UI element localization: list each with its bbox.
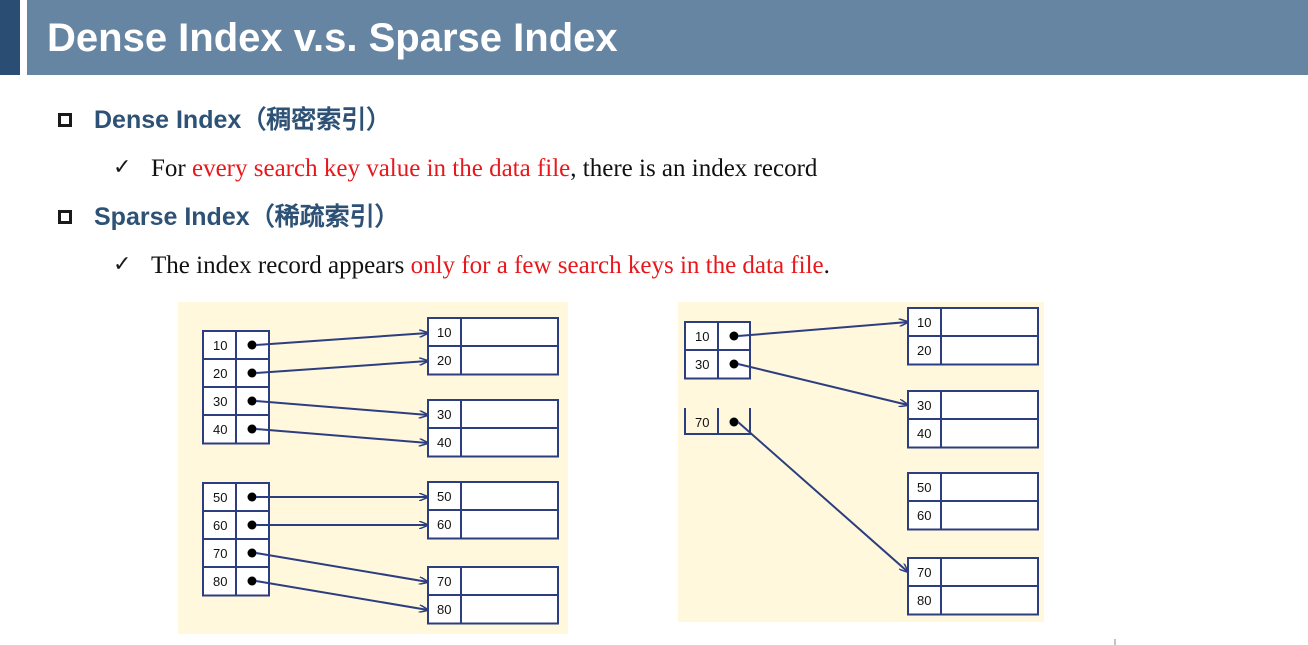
data-key-label: 60 — [437, 517, 451, 532]
data-key-label: 60 — [917, 508, 931, 523]
data-key-label: 80 — [917, 593, 931, 608]
data-key-label: 20 — [437, 353, 451, 368]
index-key-label: 50 — [213, 490, 227, 505]
pointer-dot — [247, 576, 257, 586]
data-key-label: 40 — [437, 435, 451, 450]
data-key-label: 40 — [917, 426, 931, 441]
data-record-cell — [460, 566, 559, 597]
data-key-label: 10 — [917, 315, 931, 330]
index-key-label: 70 — [213, 546, 227, 561]
index-key-label: 10 — [695, 329, 709, 344]
index-key-label: 40 — [213, 422, 227, 437]
data-key-label: 70 — [437, 574, 451, 589]
data-record-cell — [460, 399, 559, 430]
data-key-label: 50 — [437, 489, 451, 504]
data-record-cell — [940, 335, 1039, 366]
data-record-cell — [460, 345, 559, 376]
data-record-cell — [460, 481, 559, 512]
data-record-cell — [940, 307, 1039, 338]
data-record-cell — [940, 585, 1039, 616]
pointer-dot — [247, 520, 257, 530]
data-record-cell — [940, 557, 1039, 588]
pointer-dot — [729, 331, 739, 341]
data-record-cell — [460, 427, 559, 458]
index-key-label: 70 — [695, 415, 709, 430]
data-record-cell — [460, 594, 559, 625]
pointer-dot — [247, 492, 257, 502]
data-record-cell — [940, 472, 1039, 503]
index-key-label: 20 — [213, 366, 227, 381]
pointer-dot — [247, 424, 257, 434]
data-key-label: 70 — [917, 565, 931, 580]
data-record-cell — [940, 500, 1039, 531]
dense-index-diagram: 10 20 30 40 50 60 70 80 10 20 30 40 50 60 70 80 10 30 70… — [178, 302, 1116, 645]
index-key-label: 30 — [695, 357, 709, 372]
index-key-label: 30 — [213, 394, 227, 409]
index-key-label: 10 — [213, 338, 227, 353]
index-key-label: 60 — [213, 518, 227, 533]
data-key-label: 20 — [917, 343, 931, 358]
data-record-cell — [940, 418, 1039, 449]
pointer-dot — [247, 396, 257, 406]
data-key-label: 30 — [437, 407, 451, 422]
pointer-dot — [247, 340, 257, 350]
data-key-label: 80 — [437, 602, 451, 617]
pointer-dot — [729, 417, 739, 427]
pointer-dot — [247, 548, 257, 558]
pointer-dot — [729, 359, 739, 369]
data-key-label: 50 — [917, 480, 931, 495]
pointer-dot — [247, 368, 257, 378]
data-key-label: 10 — [437, 325, 451, 340]
data-record-cell — [460, 317, 559, 348]
data-key-label: 30 — [917, 398, 931, 413]
data-record-cell — [460, 509, 559, 540]
index-key-label: 80 — [213, 574, 227, 589]
data-record-cell — [940, 390, 1039, 421]
